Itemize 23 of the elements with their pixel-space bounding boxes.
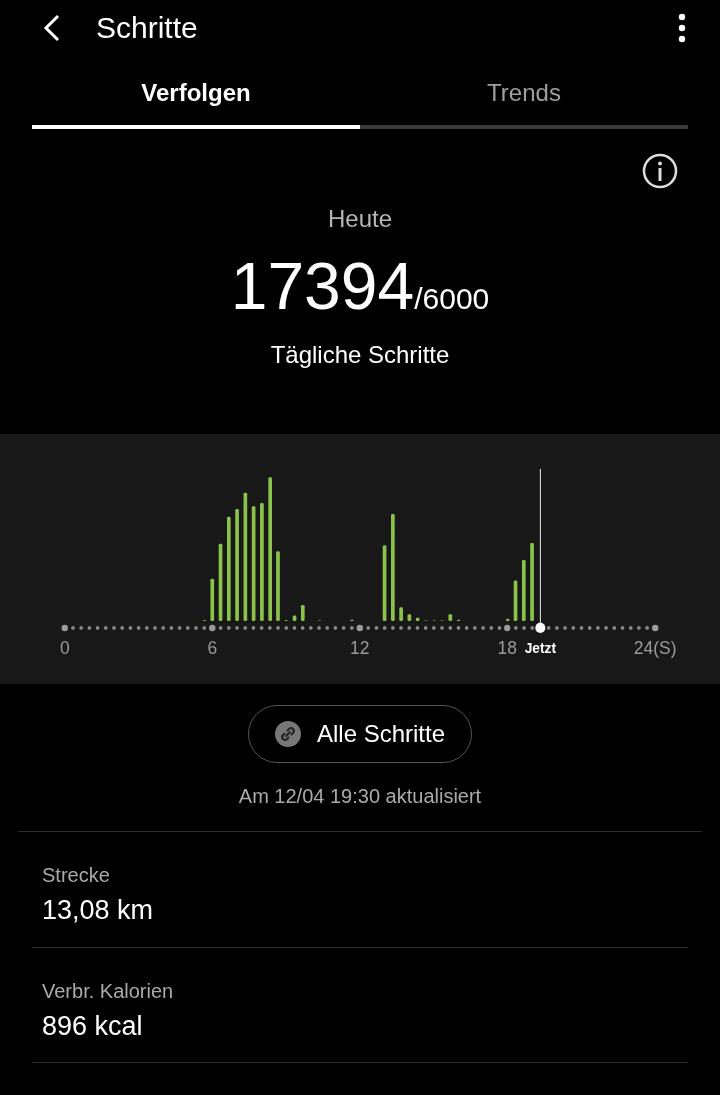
- stat-label: Strecke: [42, 863, 111, 888]
- screen-title: Schritte: [96, 10, 198, 46]
- step-count: 17394: [230, 253, 415, 319]
- period-label: Heute: [326, 204, 393, 234]
- axis-label: 12: [350, 637, 370, 658]
- axis-label: 24(S): [633, 637, 677, 658]
- all-steps-button[interactable]: Alle Schritte: [247, 705, 473, 763]
- axis-label: 6: [207, 637, 218, 658]
- tab[interactable]: Trends: [360, 63, 688, 129]
- tab[interactable]: Verfolgen: [32, 63, 360, 129]
- stat-value: 896 kcal: [42, 1009, 144, 1043]
- step-goal: /6000: [414, 282, 490, 317]
- axis-label: 0: [59, 637, 70, 658]
- link-icon: [274, 721, 301, 747]
- info-icon[interactable]: [642, 153, 678, 189]
- stat-label: Verbr. Kalorien: [42, 978, 175, 1004]
- now-marker: [535, 622, 546, 633]
- daily-steps-label: Tägliche Schritte: [269, 340, 451, 370]
- more-options-icon[interactable]: [676, 11, 688, 44]
- stat-value: 13,08 km: [42, 894, 155, 927]
- axis-label: 18: [497, 637, 517, 658]
- now-label: Jetzt: [524, 640, 557, 656]
- updated-text: Am 12/04 19:30 aktualisiert: [237, 784, 483, 809]
